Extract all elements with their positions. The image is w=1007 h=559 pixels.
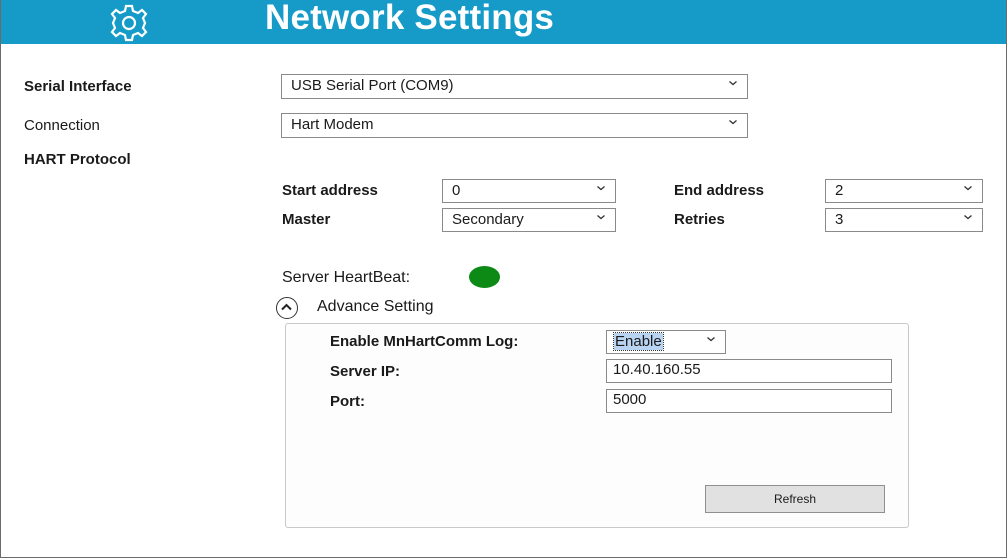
serial-interface-label: Serial Interface (24, 78, 132, 95)
retries-label: Retries (674, 211, 725, 228)
enable-log-value: Enable (613, 332, 664, 351)
gear-icon (110, 4, 148, 42)
port-input[interactable]: 5000 (606, 389, 892, 413)
serial-interface-dropdown[interactable]: USB Serial Port (COM9) (281, 74, 748, 99)
server-ip-input[interactable]: 10.40.160.55 (606, 359, 892, 383)
title-bar: Network Settings (0, 0, 1007, 44)
connection-dropdown[interactable]: Hart Modem (281, 113, 748, 138)
chevron-down-icon (729, 81, 737, 86)
port-value: 5000 (613, 391, 647, 408)
enable-log-dropdown[interactable]: Enable (606, 330, 726, 354)
chevron-down-icon (597, 215, 605, 220)
serial-interface-value: USB Serial Port (COM9) (291, 77, 454, 94)
start-address-label: Start address (282, 182, 378, 199)
chevron-down-icon (964, 215, 972, 220)
refresh-button[interactable]: Refresh (705, 485, 885, 513)
enable-log-label: Enable MnHartComm Log: (330, 333, 519, 350)
connection-label: Connection (24, 117, 100, 134)
connection-value: Hart Modem (291, 116, 374, 133)
chevron-down-icon (707, 337, 715, 342)
chevron-down-icon (597, 186, 605, 191)
port-label: Port: (330, 393, 365, 410)
page-title: Network Settings (265, 0, 555, 37)
master-dropdown[interactable]: Secondary (442, 208, 616, 232)
start-address-value: 0 (452, 182, 461, 199)
retries-dropdown[interactable]: 3 (825, 208, 983, 232)
master-label: Master (282, 211, 331, 228)
advance-setting-toggle[interactable] (276, 297, 298, 319)
advance-setting-label[interactable]: Advance Setting (317, 298, 434, 316)
chevron-up-icon (281, 303, 292, 311)
server-heartbeat-label: Server HeartBeat: (282, 269, 411, 286)
chevron-down-icon (729, 120, 737, 125)
server-ip-label: Server IP: (330, 363, 401, 380)
end-address-dropdown[interactable]: 2 (825, 179, 983, 203)
master-value: Secondary (452, 211, 524, 228)
chevron-down-icon (964, 186, 972, 191)
end-address-value: 2 (835, 182, 844, 199)
heartbeat-status-indicator (469, 266, 500, 288)
hart-protocol-heading: HART Protocol (24, 151, 131, 168)
end-address-label: End address (674, 182, 765, 199)
start-address-dropdown[interactable]: 0 (442, 179, 616, 203)
server-ip-value: 10.40.160.55 (613, 361, 701, 378)
retries-value: 3 (835, 211, 844, 228)
